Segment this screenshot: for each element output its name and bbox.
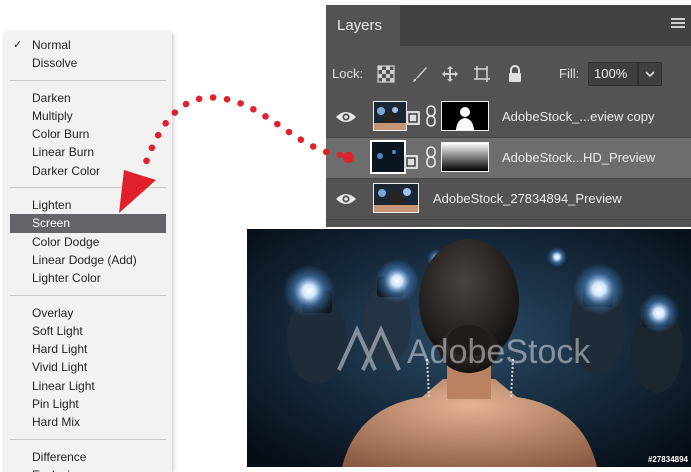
lock-artboard-icon[interactable] bbox=[473, 65, 491, 83]
fill-input[interactable]: 100% bbox=[588, 62, 638, 86]
menu-item-darken[interactable]: Darken bbox=[4, 89, 172, 107]
lock-all-icon[interactable] bbox=[506, 65, 524, 83]
watermark-text: AdobeStock bbox=[407, 333, 591, 371]
menu-item-label: Linear Burn bbox=[32, 145, 95, 160]
layer-mask-thumbnail[interactable] bbox=[441, 101, 489, 131]
menu-item-label: Multiply bbox=[32, 108, 73, 123]
menu-item-soft-light[interactable]: Soft Light bbox=[4, 322, 172, 340]
layer-row[interactable]: AdobeStock_...eview copy bbox=[326, 97, 691, 138]
lock-image-pixels-icon[interactable] bbox=[411, 65, 429, 83]
menu-separator bbox=[10, 294, 166, 296]
menu-item-label: Normal bbox=[32, 38, 71, 52]
checkmark-icon: ✓ bbox=[13, 39, 23, 51]
menu-item-label: Difference bbox=[32, 449, 87, 464]
menu-item-label: Lighten bbox=[32, 198, 72, 213]
menu-item-label: Pin Light bbox=[32, 397, 79, 412]
adobe-stock-watermark-icon: AdobeStock bbox=[337, 325, 591, 371]
menu-item-linear-light[interactable]: Linear Light bbox=[4, 377, 172, 395]
lock-position-icon[interactable] bbox=[441, 65, 459, 83]
menu-item-linear-burn[interactable]: Linear Burn bbox=[4, 143, 172, 161]
menu-item-color-burn[interactable]: Color Burn bbox=[4, 125, 172, 143]
photo-preview: AdobeStock #27834894 bbox=[247, 229, 691, 467]
lock-label: Lock: bbox=[332, 66, 364, 81]
chevron-down-icon bbox=[645, 71, 655, 78]
tab-layers[interactable]: Layers bbox=[326, 5, 400, 46]
menu-item-multiply[interactable]: Multiply bbox=[4, 107, 172, 125]
fill-dropdown-button[interactable] bbox=[638, 62, 662, 86]
menu-item-label: Lighter Color bbox=[32, 271, 101, 286]
menu-item-linear-dodge-add[interactable]: Linear Dodge (Add) bbox=[4, 251, 172, 269]
menu-item-label: Screen bbox=[32, 216, 71, 231]
menu-item-normal[interactable]: ✓ Normal bbox=[4, 36, 172, 54]
gradient-mask-thumbnail[interactable] bbox=[441, 142, 489, 172]
link-chain-icon[interactable] bbox=[425, 146, 437, 168]
menu-item-label: Linear Dodge (Add) bbox=[32, 252, 137, 267]
menu-item-label: Color Burn bbox=[32, 127, 90, 142]
menu-item-color-dodge[interactable]: Color Dodge bbox=[4, 233, 172, 251]
menu-item-label: Darken bbox=[32, 90, 71, 105]
menu-item-label: Dissolve bbox=[32, 56, 78, 71]
menu-separator bbox=[10, 79, 166, 81]
layer-name: AdobeStock...HD_Preview bbox=[502, 150, 656, 165]
panel-menu-icon[interactable] bbox=[671, 18, 685, 30]
menu-item-dissolve[interactable]: Dissolve bbox=[4, 54, 172, 72]
menu-item-overlay[interactable]: Overlay bbox=[4, 304, 172, 322]
layer-row-active[interactable]: AdobeStock...HD_Preview bbox=[326, 138, 691, 179]
layers-panel: Layers Lock: Fill: 100% AdobeStock_...ev… bbox=[326, 5, 691, 227]
menu-item-lighten[interactable]: Lighten bbox=[4, 196, 172, 214]
menu-item-screen[interactable]: Screen bbox=[10, 214, 166, 233]
photo-credit: #27834894 bbox=[647, 455, 688, 464]
fill-label: Fill: bbox=[559, 66, 580, 81]
smart-object-badge-icon bbox=[404, 155, 418, 169]
menu-item-pin-light[interactable]: Pin Light bbox=[4, 395, 172, 413]
menu-item-label: Overlay bbox=[32, 305, 74, 320]
menu-item-hard-mix[interactable]: Hard Mix bbox=[4, 413, 172, 431]
layer-thumbnail bbox=[370, 140, 406, 174]
smart-object-badge-icon bbox=[406, 111, 420, 125]
menu-item-label: Exclusion bbox=[32, 468, 83, 472]
menu-item-label: Vivid Light bbox=[32, 360, 88, 375]
menu-item-label: Hard Mix bbox=[32, 415, 81, 430]
layer-name: AdobeStock_27834894_Preview bbox=[433, 191, 622, 206]
blend-mode-menu: ✓ Normal Dissolve Darken Multiply Color Burn L… bbox=[4, 32, 172, 472]
eye-visibility-icon[interactable] bbox=[335, 191, 357, 207]
hidden-visibility-dot[interactable] bbox=[343, 152, 354, 163]
menu-item-label: Linear Light bbox=[32, 378, 95, 393]
menu-item-difference[interactable]: Difference bbox=[4, 448, 172, 466]
layer-name: AdobeStock_...eview copy bbox=[502, 109, 655, 124]
eye-visibility-icon[interactable] bbox=[335, 109, 357, 125]
lock-row: Lock: Fill: 100% bbox=[326, 62, 691, 88]
menu-item-lighter-color[interactable]: Lighter Color bbox=[4, 269, 172, 287]
menu-item-hard-light[interactable]: Hard Light bbox=[4, 340, 172, 358]
link-chain-icon[interactable] bbox=[425, 105, 437, 127]
lock-transparent-pixels-icon[interactable] bbox=[377, 65, 395, 83]
menu-item-darker-color[interactable]: Darker Color bbox=[4, 162, 172, 180]
layer-thumbnail bbox=[373, 183, 419, 213]
menu-item-vivid-light[interactable]: Vivid Light bbox=[4, 358, 172, 376]
menu-item-label: Color Dodge bbox=[32, 234, 100, 249]
menu-separator bbox=[10, 438, 166, 440]
layer-thumbnail bbox=[373, 101, 407, 131]
panel-tab-bar: Layers bbox=[326, 5, 691, 46]
menu-item-label: Darker Color bbox=[32, 163, 101, 178]
layer-row[interactable]: AdobeStock_27834894_Preview bbox=[326, 179, 691, 220]
menu-item-label: Hard Light bbox=[32, 342, 88, 357]
menu-item-label: Soft Light bbox=[32, 323, 83, 338]
menu-separator bbox=[10, 187, 166, 189]
